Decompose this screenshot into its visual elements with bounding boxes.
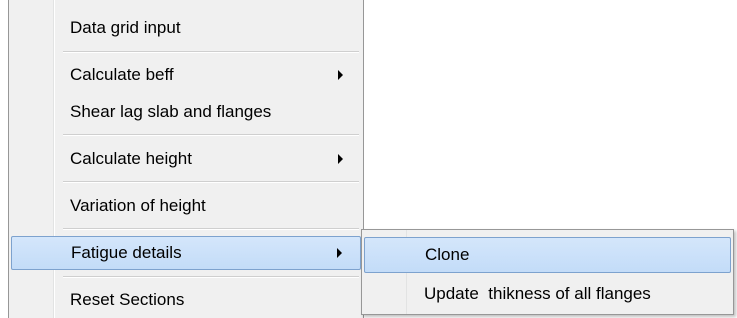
menu-separator: [63, 51, 359, 53]
menu-item-label: Fatigue details: [71, 243, 182, 262]
menu-separator: [63, 134, 359, 136]
submenu-arrow-icon: [338, 70, 343, 80]
menu-item-label: Calculate beff: [70, 65, 174, 84]
menu-item-label: Calculate height: [70, 149, 192, 168]
menu-item-data-grid-input[interactable]: Data grid input: [11, 12, 361, 44]
submenu-item-label: Update thikness of all flanges: [424, 284, 651, 303]
menu-item-shear-lag[interactable]: Shear lag slab and flanges: [11, 96, 361, 128]
submenu-item-clone[interactable]: Clone: [364, 237, 731, 273]
context-menu: Data grid input Calculate beff Shear lag…: [8, 0, 364, 318]
menu-item-fatigue-details[interactable]: Fatigue details: [11, 236, 361, 270]
menu-item-label: Shear lag slab and flanges: [70, 102, 272, 121]
screen: Data grid input Calculate beff Shear lag…: [0, 0, 737, 318]
submenu-arrow-icon: [338, 154, 343, 164]
menu-separator: [63, 181, 359, 183]
menu-item-label: Variation of height: [70, 196, 206, 215]
menu-item-label: Data grid input: [70, 18, 181, 37]
submenu-item-label: Clone: [425, 245, 470, 264]
menu-separator: [63, 276, 359, 278]
submenu-arrow-icon: [337, 248, 342, 258]
fatigue-details-submenu: Clone Update thikness of all flanges: [361, 229, 734, 315]
submenu-item-update-flanges[interactable]: Update thikness of all flanges: [364, 277, 731, 311]
menu-item-label: Reset Sections: [70, 290, 185, 309]
menu-item-reset-sections[interactable]: Reset Sections: [11, 284, 361, 316]
menu-item-variation-of-height[interactable]: Variation of height: [11, 190, 361, 222]
menu-item-calculate-beff[interactable]: Calculate beff: [11, 59, 361, 91]
menu-separator: [63, 228, 359, 230]
menu-item-calculate-height[interactable]: Calculate height: [11, 143, 361, 175]
